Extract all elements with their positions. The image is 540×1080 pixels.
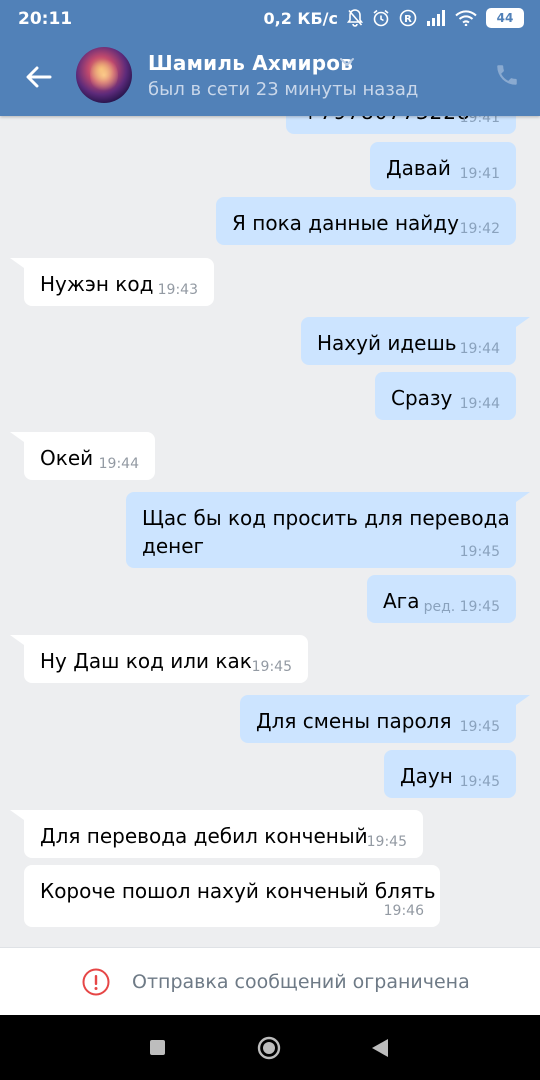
status-time: 20:11	[18, 9, 73, 29]
message-incoming[interactable]: Ну Даш код или как 19:45	[24, 635, 308, 683]
bubble-tail	[516, 317, 530, 327]
contact-name[interactable]: Шамиль Ахмиров	[148, 51, 353, 75]
message-time: 19:45	[459, 774, 500, 790]
message-text: Ага	[383, 589, 420, 613]
bubble-tail	[516, 492, 530, 502]
back-nav-button[interactable]	[372, 1039, 388, 1057]
message-time: 19:41	[459, 166, 500, 182]
system-nav-bar	[0, 1015, 540, 1080]
chat-header: 20:11 0,2 КБ/с R 44 Шамиль Ахмиров был в…	[0, 0, 540, 116]
contact-status: был в сети 23 минуты назад	[148, 79, 419, 100]
message-incoming[interactable]: Для перевода дебил конченый 19:45	[24, 810, 423, 858]
message-text-line-2: денег	[142, 534, 205, 558]
phone-icon[interactable]	[494, 62, 520, 88]
message-outgoing[interactable]: Нахуй идешь 19:44	[301, 317, 516, 365]
message-outgoing[interactable]: Сразу 19:44	[375, 372, 516, 420]
message-outgoing[interactable]: Даун 19:45	[384, 750, 516, 798]
message-text: Давай	[386, 156, 451, 180]
mute-bell-icon	[347, 9, 363, 27]
avatar[interactable]	[76, 47, 132, 103]
message-text: Для смены пароля	[256, 709, 452, 733]
warning-circle-icon	[82, 968, 110, 996]
registered-icon: R	[399, 9, 417, 27]
battery-indicator: 44	[486, 8, 524, 28]
status-icons: 0,2 КБ/с R 44	[263, 8, 524, 28]
message-text-line-1: Щас бы код просить для перевода	[142, 506, 510, 530]
message-time: 19:44	[98, 456, 139, 472]
message-text: Ну Даш код или как	[40, 649, 252, 673]
network-speed: 0,2 КБ/с	[263, 8, 338, 28]
message-outgoing[interactable]: Для смены пароля 19:45	[240, 695, 516, 743]
message-time: ред. 19:45	[423, 599, 500, 615]
bubble-tail	[10, 810, 24, 820]
message-text: Я пока данные найду	[232, 211, 459, 235]
arrow-left-icon	[26, 66, 52, 88]
chevron-down-icon[interactable]	[338, 56, 356, 68]
home-button[interactable]	[257, 1036, 281, 1060]
message-incoming[interactable]: Нужэн код 19:43	[24, 258, 214, 306]
message-time: 19:45	[366, 834, 407, 850]
alarm-icon	[373, 9, 389, 27]
message-outgoing[interactable]: Ага ред. 19:45	[367, 575, 516, 623]
message-text: Нужэн код	[40, 272, 154, 296]
message-text: Для перевода дебил конченый	[40, 824, 368, 848]
bubble-tail	[10, 635, 24, 645]
message-time: 19:43	[157, 282, 198, 298]
bubble-tail	[10, 258, 24, 268]
message-text: Даун	[400, 764, 453, 788]
message-text: Нахуй идешь	[317, 331, 457, 355]
message-time: 19:45	[251, 659, 292, 675]
message-time: 19:44	[459, 396, 500, 412]
message-incoming[interactable]: Окей 19:44	[24, 432, 155, 480]
message-time: 19:42	[459, 221, 500, 237]
message-time: 19:46	[383, 903, 424, 919]
bubble-tail	[516, 695, 530, 705]
svg-text:R: R	[404, 14, 412, 25]
recent-apps-button[interactable]	[150, 1040, 165, 1055]
message-time: 19:44	[459, 341, 500, 357]
back-button[interactable]	[20, 58, 58, 96]
bubble-tail	[10, 432, 24, 442]
restriction-banner: Отправка сообщений ограничена	[0, 947, 540, 1016]
restriction-text: Отправка сообщений ограничена	[132, 971, 470, 993]
wifi-icon	[455, 10, 477, 26]
message-incoming[interactable]: Короче пошол нахуй конченый блять 19:46	[24, 865, 440, 927]
signal-icon	[427, 10, 445, 26]
message-text: Окей	[40, 446, 94, 470]
message-text: Сразу	[391, 386, 453, 410]
message-outgoing[interactable]: Давай 19:41	[370, 142, 516, 190]
message-time: 19:45	[459, 544, 500, 560]
message-outgoing[interactable]: Я пока данные найду 19:42	[216, 197, 516, 245]
message-outgoing[interactable]: Щас бы код просить для перевода денег 19…	[126, 492, 516, 568]
message-text: Короче пошол нахуй конченый блять	[40, 879, 436, 903]
message-time: 19:45	[459, 719, 500, 735]
